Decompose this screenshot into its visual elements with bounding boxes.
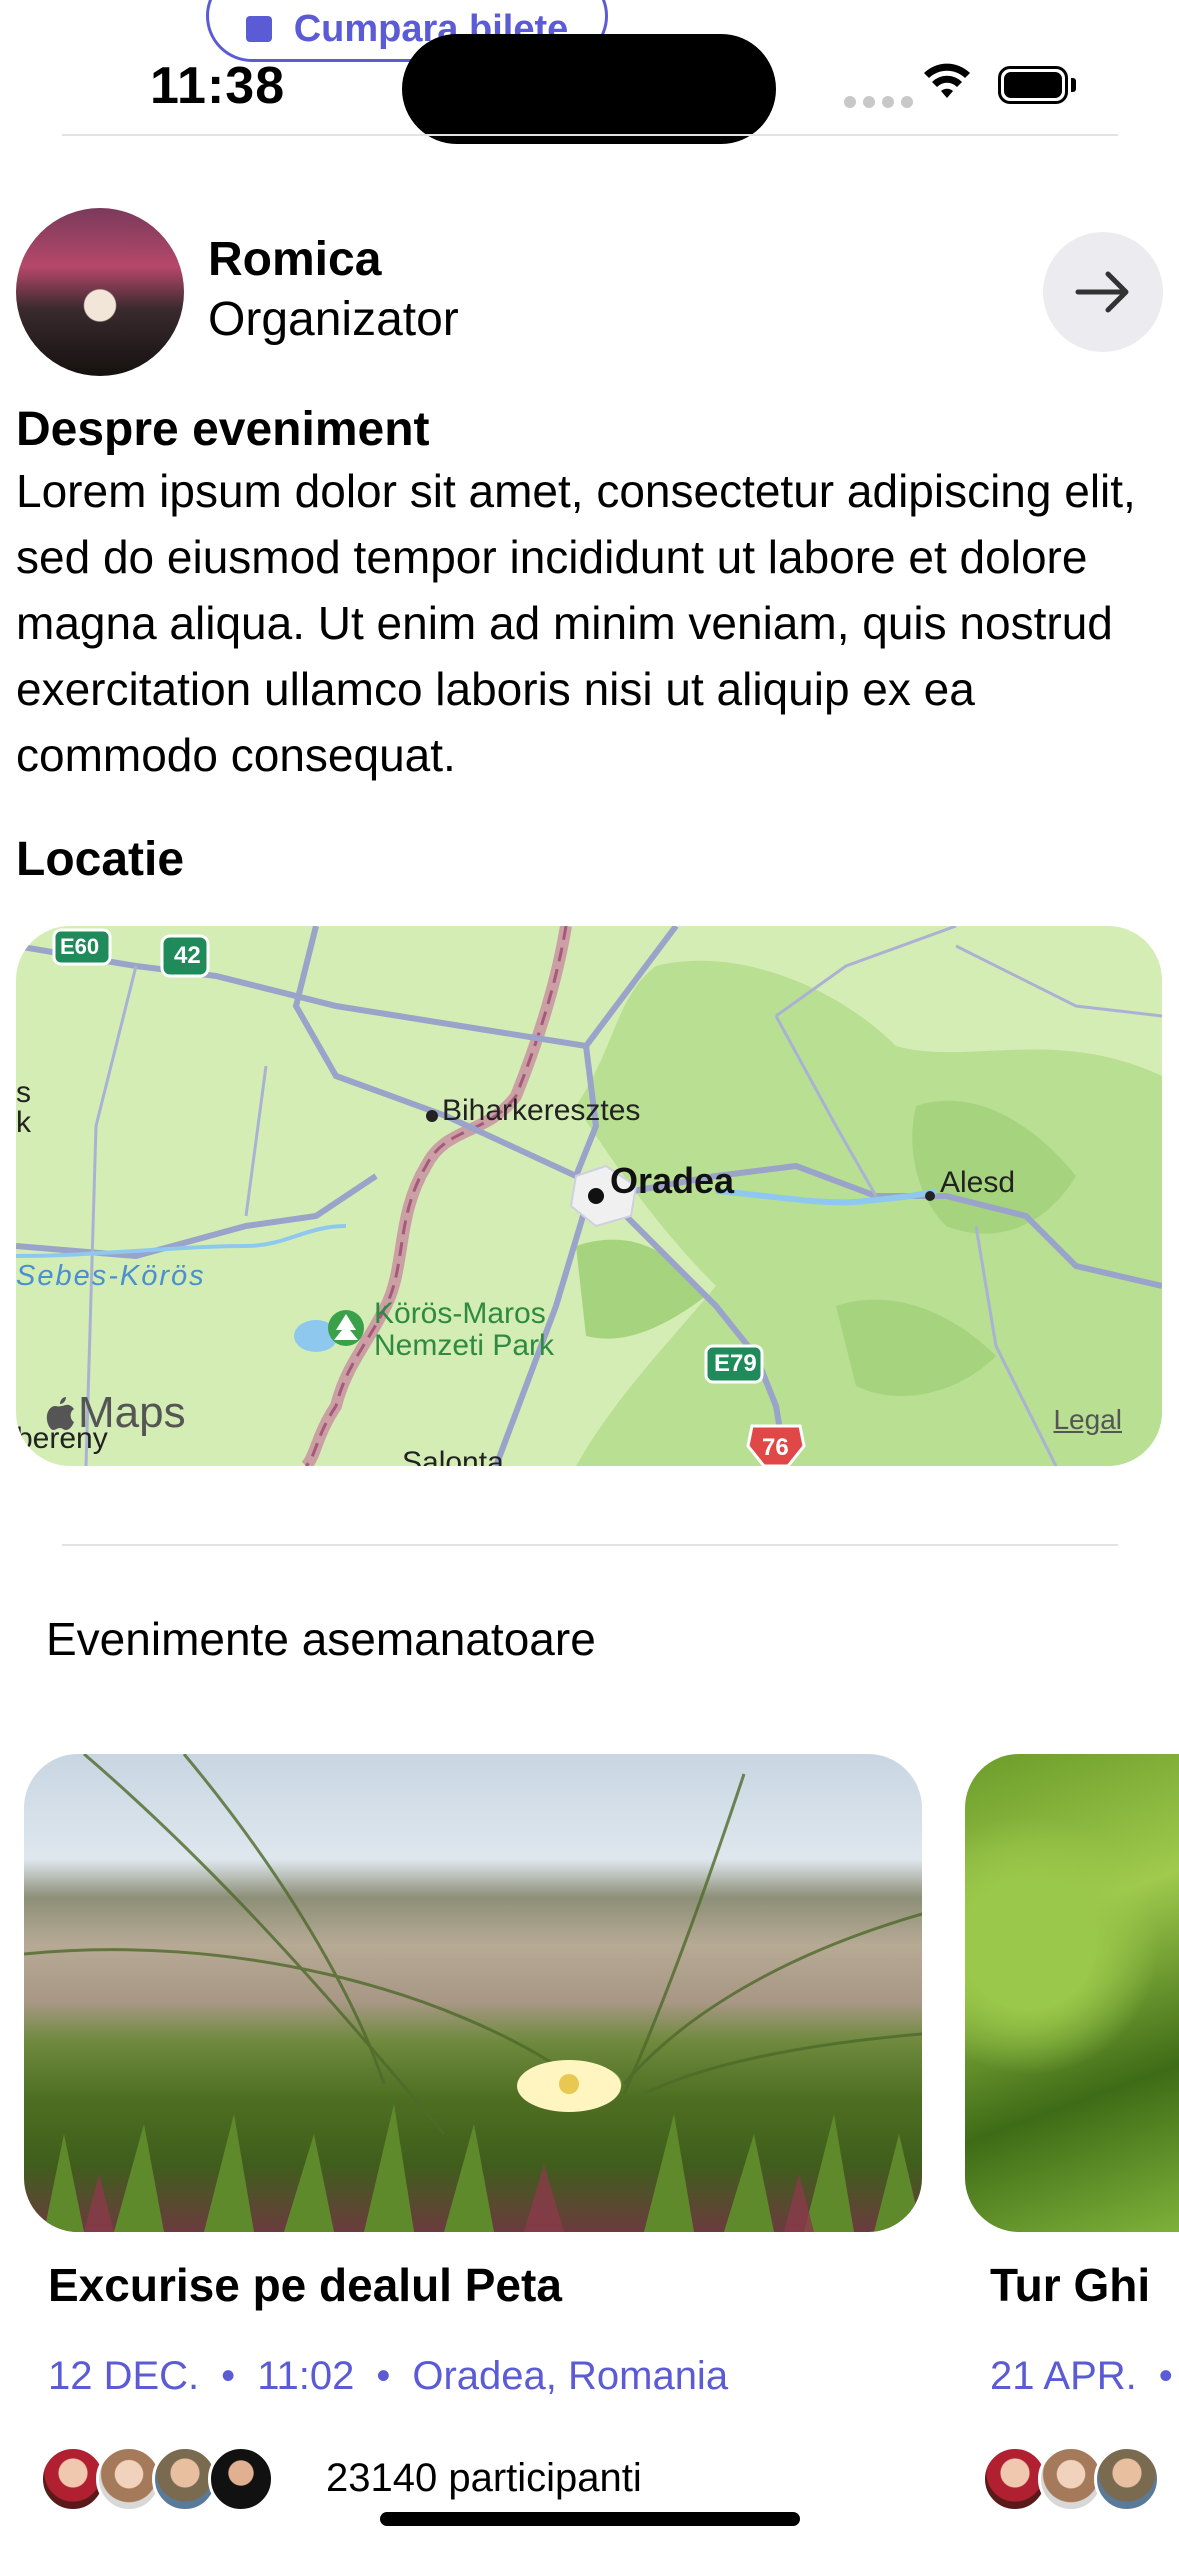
wifi-icon: [924, 63, 970, 98]
participants-count-1: 23140 participanti: [326, 2456, 642, 2500]
dynamic-island: [402, 34, 776, 144]
event-date: 12 DEC.: [48, 2354, 200, 2398]
map-label-sebes-koros: Sebes-Körös: [16, 1260, 206, 1292]
map-label-park-line2: Nemzeti Park: [374, 1329, 555, 1362]
separator-dot: •: [221, 2354, 236, 2398]
event-card-title-2[interactable]: Tur Ghi: [990, 2258, 1150, 2312]
participant-avatars-2: [982, 2446, 1160, 2512]
location-map[interactable]: E60 42 Biharkeresztes Oradea Alesd Sebes…: [16, 926, 1162, 1466]
battery-icon: [998, 66, 1068, 104]
about-text: Lorem ipsum dolor sit amet, consectetur …: [16, 465, 1136, 781]
event-card-photo-1: [24, 1754, 922, 2232]
map-label-salonta: Salonta: [402, 1446, 504, 1466]
map-label-park-line1: Körös-Maros: [374, 1297, 546, 1330]
event-card-meta-2: 21 APR. •: [990, 2354, 1179, 2399]
location-title: Locatie: [16, 833, 185, 886]
maps-brand-label: Maps: [78, 1388, 186, 1437]
event-time: 11:02: [257, 2354, 355, 2398]
separator-dot: •: [1158, 2354, 1173, 2398]
map-label-oradea: Oradea: [610, 1160, 735, 1201]
similar-events-title: Evenimente asemanatoare: [46, 1613, 596, 1665]
battery-cap: [1071, 78, 1076, 92]
map-label-edge-k: k: [16, 1106, 31, 1139]
organizer-name: Romica: [208, 233, 382, 286]
map-legal-link[interactable]: Legal: [1053, 1404, 1122, 1436]
organizer-role: Organizator: [208, 293, 459, 346]
participant-avatars-1: [40, 2446, 274, 2512]
event-place: Oradea, Romania: [412, 2354, 729, 2398]
section-divider: [62, 1544, 1118, 1546]
cellular-signal-icon: [844, 96, 913, 108]
organizer-arrow-button[interactable]: [1043, 232, 1163, 352]
map-label-alesd: Alesd: [940, 1166, 1016, 1199]
road-shield-42: 42: [174, 942, 201, 969]
event-card-title-1[interactable]: Excurise pe dealul Peta: [48, 2258, 562, 2312]
participant-avatar: [1094, 2446, 1160, 2512]
top-divider: [62, 134, 1118, 136]
event-card-image-1[interactable]: [24, 1754, 922, 2232]
participant-avatar: [208, 2446, 274, 2512]
map-label-edge-s: s: [16, 1076, 31, 1109]
about-title: Despre eveniment: [16, 403, 430, 456]
event-card-image-2[interactable]: [965, 1754, 1179, 2232]
calendar-icon: [245, 16, 272, 42]
event-date: 21 APR.: [990, 2354, 1137, 2398]
road-shield-76: 76: [762, 1434, 789, 1461]
map-label-biharkeresztes: Biharkeresztes: [442, 1094, 641, 1127]
road-shield-e79: E79: [714, 1350, 757, 1377]
status-time: 11:38: [150, 57, 286, 115]
home-indicator[interactable]: [380, 2512, 800, 2526]
road-shield-e60: E60: [60, 934, 100, 959]
organizer-avatar[interactable]: [16, 208, 184, 376]
apple-logo-icon: [46, 1397, 74, 1430]
apple-maps-logo: Maps: [46, 1388, 186, 1438]
event-card-meta-1: 12 DEC. • 11:02 • Oradea, Romania: [48, 2354, 728, 2399]
arrow-right-icon: [1075, 271, 1129, 313]
separator-dot: •: [376, 2354, 391, 2398]
